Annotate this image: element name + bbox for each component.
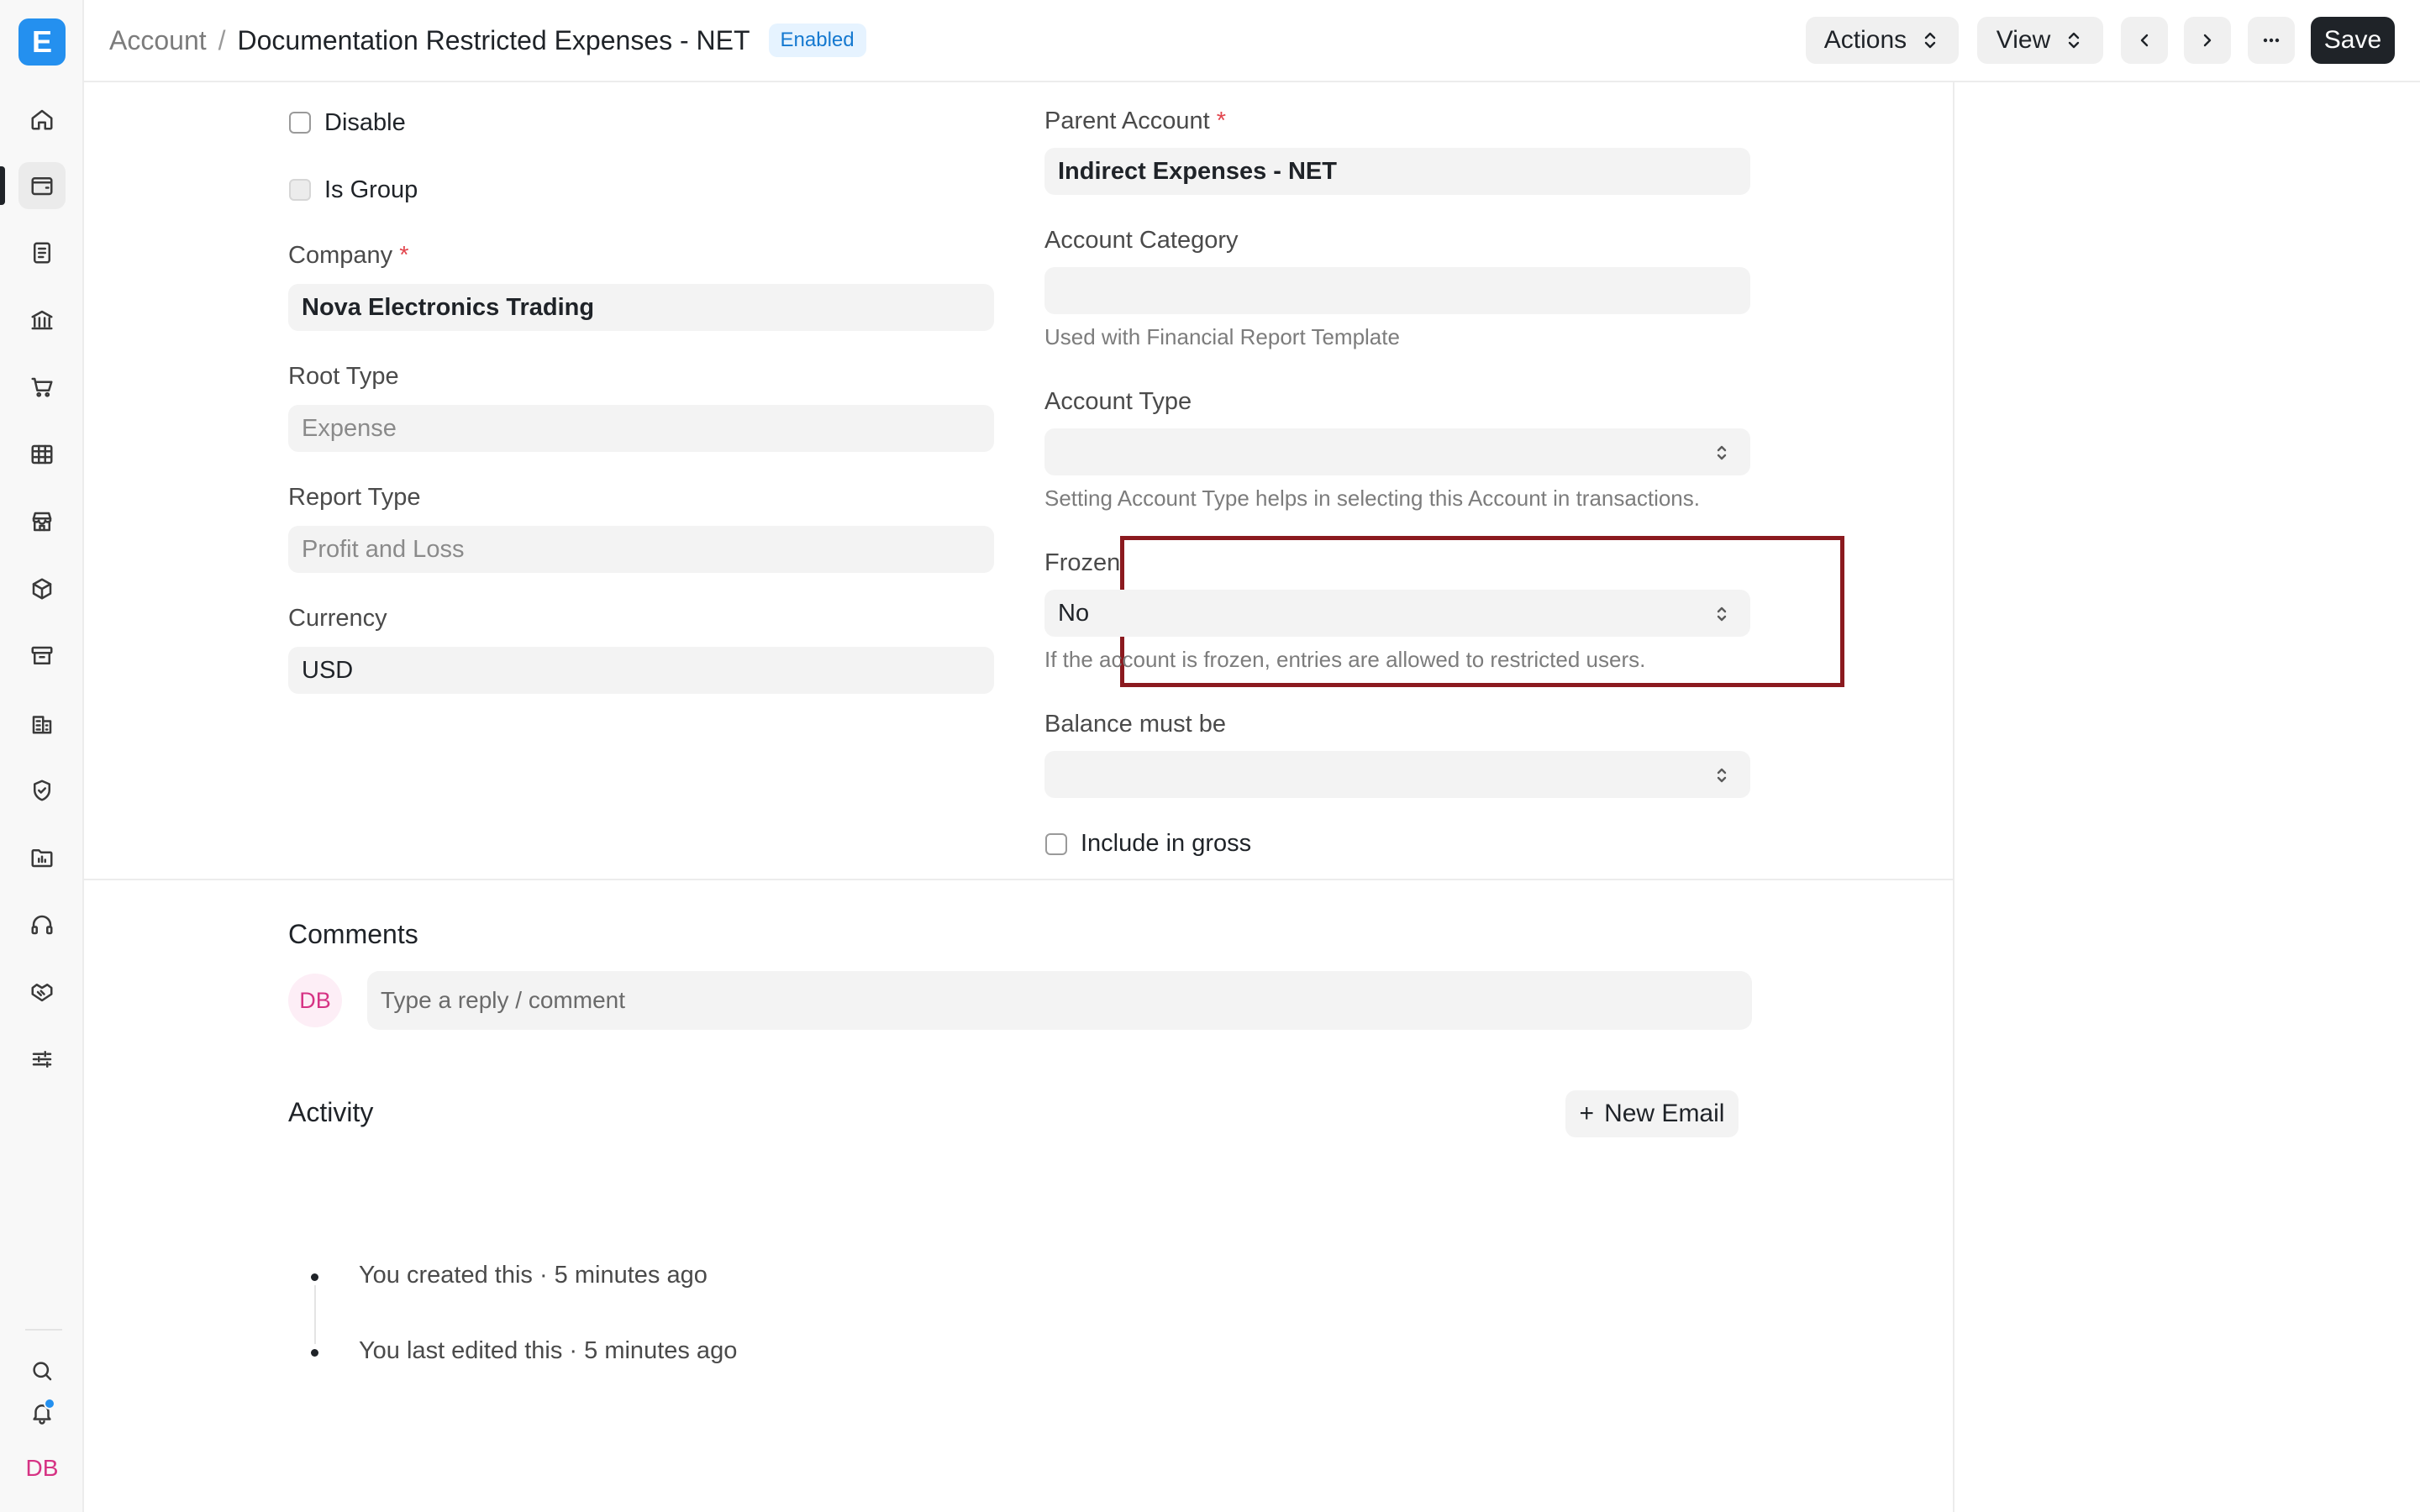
include-in-gross-checkbox[interactable] [1045,833,1067,855]
headset-icon[interactable] [18,901,66,948]
account-category-help: Used with Financial Report Template [1044,324,1400,349]
balance-must-be-select[interactable] [1044,751,1750,798]
actions-button[interactable]: Actions [1806,17,1959,64]
frozen-value: No [1058,599,1090,627]
include-in-gross-label: Include in gross [1081,830,1252,857]
home-icon[interactable] [18,96,66,143]
frozen-select[interactable]: No [1044,590,1750,637]
is-group-label: Is Group [324,176,418,203]
section-divider [84,879,1954,880]
disable-checkbox[interactable] [289,112,311,134]
activity-item: You created this · 5 minutes ago [359,1262,708,1289]
comment-input[interactable]: Type a reply / comment [367,971,1752,1030]
root-type-label: Root Type [288,363,399,390]
frozen-help: If the account is frozen, entries are al… [1044,647,1646,672]
save-button[interactable]: Save [2311,17,2395,64]
package-icon[interactable] [18,565,66,612]
user-avatar[interactable]: DB [18,1445,66,1492]
invoice-icon[interactable] [18,229,66,276]
timeline-line [314,1285,316,1344]
building-icon[interactable] [18,700,66,747]
breadcrumb-separator: / [218,24,226,55]
account-type-label: Account Type [1044,388,1192,415]
folder-chart-icon[interactable] [18,834,66,881]
more-horizontal-icon [2263,38,2280,43]
app-logo[interactable]: E [18,18,66,66]
account-type-help: Setting Account Type helps in selecting … [1044,486,1700,511]
comments-title: Comments [288,919,418,949]
company-field[interactable]: Nova Electronics Trading [288,284,994,331]
required-mark: * [399,242,409,269]
status-badge: Enabled [768,24,866,57]
page-header: Account / Documentation Restricted Expen… [84,0,2420,82]
account-category-label: Account Category [1044,227,1239,254]
currency-label: Currency [288,605,387,632]
chevron-updown-icon [2069,32,2080,49]
previous-button[interactable] [2121,17,2168,64]
active-indicator [0,166,5,205]
plus-icon: + [1579,1100,1595,1127]
more-button[interactable] [2248,17,2295,64]
report-type-label: Report Type [288,484,421,511]
activity-item: You last edited this · 5 minutes ago [359,1337,738,1364]
disable-label: Disable [324,109,406,136]
actions-label: Actions [1823,26,1907,54]
page-title: Documentation Restricted Expenses - NET [237,24,750,55]
store-icon[interactable] [18,498,66,545]
parent-account-label: Parent Account * [1044,108,1226,135]
chevron-updown-icon [1924,32,1936,49]
view-label: View [1996,26,2051,54]
table-icon[interactable] [18,431,66,478]
breadcrumb: Account / Documentation Restricted Expen… [109,24,866,57]
chevron-right-icon [2203,34,2212,47]
chevron-left-icon [2140,34,2149,47]
view-button[interactable]: View [1977,17,2103,64]
shield-icon[interactable] [18,767,66,814]
root-type-field: Expense [288,405,994,452]
sidebar-divider [25,1329,62,1331]
accounting-icon[interactable] [18,162,66,209]
handshake-icon[interactable] [18,969,66,1016]
form-area: Disable Is Group Company * Nova Electron… [84,82,1954,1512]
bank-icon[interactable] [18,297,66,344]
search-icon[interactable] [18,1347,66,1394]
notification-dot [44,1398,55,1410]
chevron-updown-icon [1712,603,1732,623]
comment-avatar: DB [288,974,342,1027]
parent-account-label-text: Parent Account [1044,108,1210,134]
next-button[interactable] [2184,17,2231,64]
timeline-dot [311,1349,318,1357]
chevron-updown-icon [1712,764,1732,785]
required-mark: * [1216,108,1227,134]
company-label-text: Company [288,242,393,269]
logo-letter: E [31,24,52,59]
breadcrumb-account[interactable]: Account [109,25,207,56]
report-type-field: Profit and Loss [288,526,994,573]
sliders-icon[interactable] [18,1036,66,1083]
account-category-field[interactable] [1044,267,1750,314]
new-email-button[interactable]: + New Email [1565,1090,1739,1137]
company-label: Company * [288,242,408,270]
chevron-updown-icon [1712,442,1732,462]
timeline-dot [311,1273,318,1281]
cart-icon[interactable] [18,364,66,411]
new-email-label: New Email [1604,1100,1725,1127]
account-type-select[interactable] [1044,428,1750,475]
parent-account-field[interactable]: Indirect Expenses - NET [1044,148,1750,195]
bell-icon[interactable] [18,1389,66,1436]
balance-must-be-label: Balance must be [1044,711,1227,738]
activity-title: Activity [288,1097,374,1127]
archive-icon[interactable] [18,633,66,680]
sidebar: E DB [0,0,84,1512]
is-group-checkbox [289,179,311,201]
currency-field[interactable]: USD [288,647,994,694]
frozen-label: Frozen [1044,549,1121,576]
